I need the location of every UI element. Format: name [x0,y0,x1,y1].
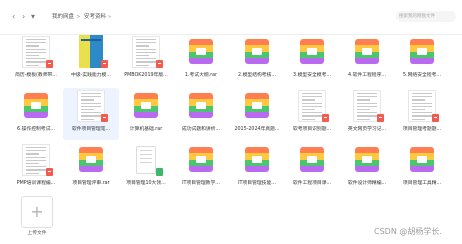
search-input[interactable] [396,11,456,22]
chevron-down-icon[interactable]: ▾ [31,12,35,22]
file-item[interactable]: 5.网络安全程考... [394,34,450,86]
file-item[interactable]: 项目管理考题题... [394,88,450,140]
pdf-badge-icon [101,114,108,122]
file-item[interactable]: IT项目管理技能... [229,142,285,194]
archive-icon [404,142,440,178]
pdf-badge-icon [156,60,163,68]
document-thumbnail [73,34,109,70]
forward-icon[interactable]: › [22,12,25,22]
document-thumbnail [294,88,330,124]
archive-icon [18,88,54,124]
pdf-badge-icon [101,60,108,68]
archive-icon [404,34,440,70]
file-name: 软件项目管理笔... [71,127,111,132]
file-name: 6.操作控制考试... [17,127,55,132]
breadcrumb-root[interactable]: 我的网盘 [52,13,74,21]
file-item[interactable]: 3.模型安全模考... [284,34,340,86]
file-name: 中级-实践能力模... [71,73,111,78]
archive-icon [183,88,219,124]
plus-icon: + [30,202,44,221]
upload-button[interactable]: + [21,196,53,228]
document-thumbnail [18,142,54,178]
file-item[interactable]: 成功试题和讲析... [173,88,229,140]
file-item[interactable]: PMP培训课程编... [8,142,64,194]
archive-icon [239,88,275,124]
document-icon [128,142,164,178]
file-name: 项目管理考题题... [402,127,442,132]
file-grid: 简历-模板(教师带... 中级-实践能力模... PMBOK2019年版... 1.考… [0,30,462,244]
file-item[interactable]: 2015-2024年真题... [229,88,285,140]
archive-icon [349,142,385,178]
file-item[interactable]: 软件设计师精编... [339,142,395,194]
document-thumbnail [349,88,385,124]
file-name: IT项目管理技能... [238,181,276,186]
file-name: IT项目管理教学... [182,181,220,186]
archive-icon [239,34,275,70]
file-name: 软件工程项目课... [292,181,332,186]
pdf-badge-icon [46,168,53,176]
upload-label: 上传文件 [27,231,47,236]
file-name: 英文网页学习记... [347,127,387,132]
file-item[interactable]: 项目管理10大领... [118,142,174,194]
archive-icon [183,34,219,70]
file-item[interactable]: 简历-模板(教师带... [8,34,64,86]
file-item[interactable]: 中级-实践能力模... [63,34,119,86]
document-thumbnail [404,88,440,124]
file-name: 项目管理工具精... [402,181,442,186]
document-thumbnail [73,88,109,124]
file-name: PMP培训课程编... [16,181,56,186]
file-item[interactable]: 项目管理评审.rar [63,142,119,194]
file-item[interactable]: 4.软件工程程序... [339,34,395,86]
document-thumbnail [18,34,54,70]
spreadsheet-badge-icon [156,168,163,176]
archive-icon [294,142,330,178]
file-name: 4.软件工程程序... [348,73,386,78]
file-item[interactable]: 1.考试大纲.rar [173,34,229,86]
file-item[interactable]: 计算机基础.rar [118,88,174,140]
file-name: 软件设计师精编... [347,181,387,186]
archive-icon [73,142,109,178]
archive-icon [349,34,385,70]
file-name: 2015-2024年真题... [234,127,280,132]
archive-icon [294,34,330,70]
file-item[interactable]: IT项目管理教学... [173,142,229,194]
file-item[interactable]: PMBOK2019年版... [118,34,174,86]
file-item[interactable]: 英文网页学习记... [339,88,395,140]
breadcrumb-separator: » [108,14,112,20]
file-item[interactable]: 6.操作控制考试... [8,88,64,140]
file-item[interactable]: 软件工程项目课... [284,142,340,194]
breadcrumb-separator: > [76,14,81,20]
file-name: 1.考试大纲.rar [184,73,218,78]
file-item[interactable]: 项目管理工具精... [394,142,450,194]
file-name: 5.网络安全程考... [403,73,441,78]
archive-icon [128,88,164,124]
pdf-badge-icon [46,60,53,68]
back-icon[interactable]: ‹ [12,12,15,22]
file-name: 项目管理评审.rar [72,181,110,186]
file-name: 简历-模板(教师带... [15,73,57,78]
watermark: CSDN @胡杨学长. [374,227,442,236]
file-name: 成功试题和讲析... [181,127,221,132]
file-name: 计算机基础.rar [129,127,163,132]
breadcrumb-current: 安考资料 [84,14,107,20]
file-name: 项目管理10大领... [126,181,166,186]
archive-icon [239,142,275,178]
pdf-badge-icon [322,114,329,122]
pdf-badge-icon [432,114,439,122]
file-item[interactable]: 软考项目识别题... [284,88,340,140]
file-name: 2.模型结构考核... [238,73,276,78]
document-thumbnail [128,34,164,70]
file-item[interactable]: 2.模型结构考核... [229,34,285,86]
file-name: 3.模型安全模考... [293,73,331,78]
file-name: PMBOK2019年版... [124,73,168,78]
pdf-badge-icon [377,114,384,122]
file-name: 软考项目识别题... [292,127,332,132]
archive-icon [183,142,219,178]
file-item[interactable]: 软件项目管理笔... [63,88,119,140]
